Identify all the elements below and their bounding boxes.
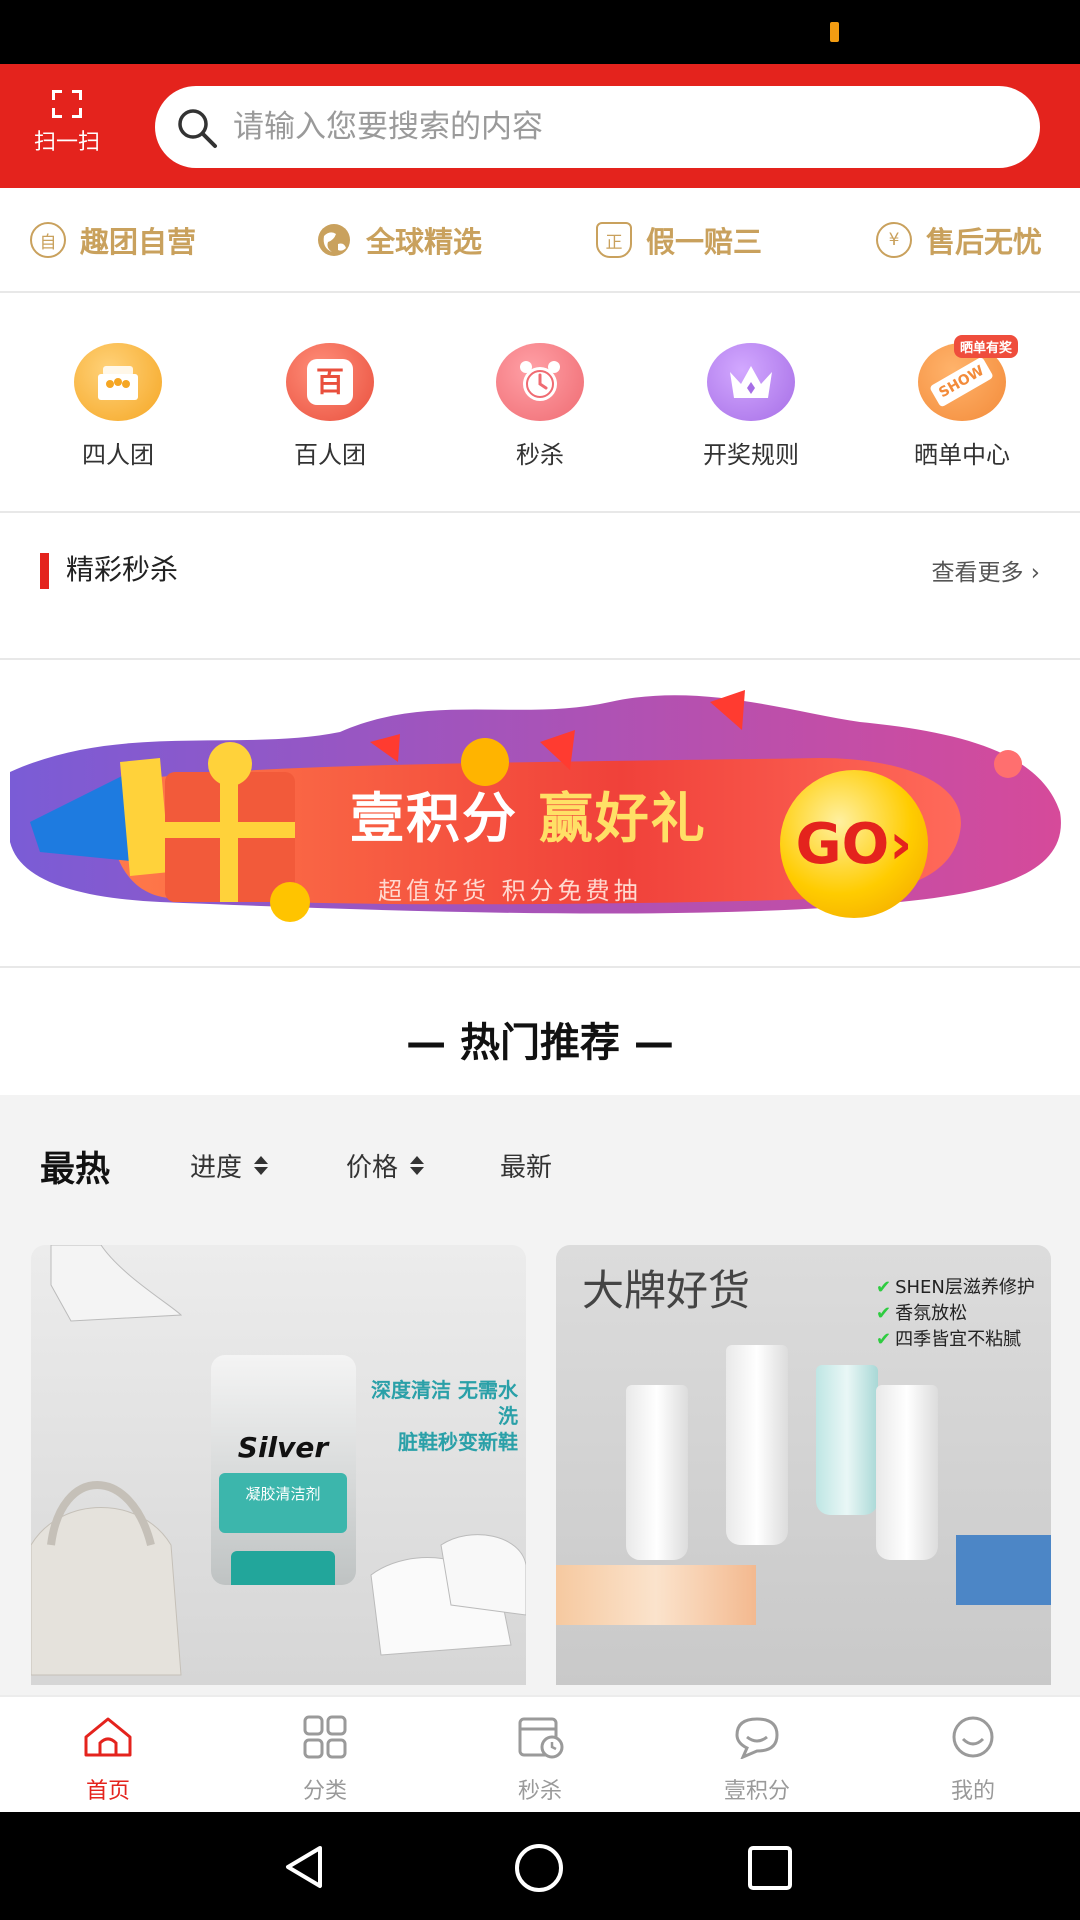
- home-icon: [84, 1717, 132, 1757]
- sort-label: 价格: [346, 1153, 399, 1183]
- guarantee-label: 售后无忧: [926, 225, 1043, 259]
- product-card[interactable]: 大牌好货 ✔ SHEN层滋养修护 ✔ 香氛放松 ✔ 四季皆宜不粘腻: [556, 1245, 1051, 1685]
- flash-calendar-icon: [518, 1717, 564, 1759]
- check-icon: ✔: [876, 1303, 892, 1324]
- sort-price-tab[interactable]: 价格: [346, 1147, 425, 1184]
- app-header: 扫一扫 请输入您要搜索的内容: [0, 64, 1080, 188]
- crown-icon: [707, 343, 795, 421]
- product-tube: [876, 1385, 938, 1560]
- guarantee-label: 趣团自营: [80, 225, 197, 259]
- quick-item-label: 开奖规则: [703, 441, 799, 469]
- quick-item-show-center[interactable]: SHOW 晒单有奖 晒单中心: [882, 335, 1042, 470]
- back-icon[interactable]: [280, 1842, 330, 1892]
- nav-label: 首页: [85, 1779, 130, 1804]
- bottom-nav: 首页 分类 秒杀 壹积分 我的: [0, 1695, 1080, 1812]
- feature-item: ✔ SHEN层滋养修护: [876, 1277, 1035, 1298]
- yen-icon: ¥: [876, 222, 912, 258]
- product-base: [231, 1551, 335, 1585]
- flash-sale-section: 精彩秒杀 查看更多 ›: [0, 515, 1080, 660]
- self-operated-icon: 自: [30, 222, 66, 258]
- check-icon: ✔: [876, 1277, 892, 1298]
- battery-indicator-icon: [830, 22, 839, 42]
- quick-item-flash-sale[interactable]: 秒杀: [460, 343, 620, 470]
- hot-recommend-section: — 热门推荐 —: [0, 970, 1080, 1095]
- product-feature-list: ✔ SHEN层滋养修护 ✔ 香氛放松 ✔ 四季皆宜不粘腻: [876, 1275, 1035, 1353]
- sort-arrows-icon: [410, 1156, 425, 1175]
- nav-flash-sale[interactable]: 秒杀: [470, 1715, 610, 1805]
- product-box: [956, 1535, 1051, 1605]
- guarantee-label: 假一赔三: [646, 225, 763, 259]
- nav-home[interactable]: 首页: [38, 1715, 178, 1805]
- quick-item-label: 秒杀: [516, 441, 564, 469]
- search-icon: [178, 109, 217, 148]
- product-band-text: 凝胶清洁剂: [219, 1473, 347, 1533]
- quick-item-label: 晒单中心: [914, 441, 1010, 469]
- guarantee-self-operated: 自 趣团自营: [30, 218, 196, 262]
- hot-recommend-title: — 热门推荐 —: [406, 1020, 674, 1066]
- product-tube: [626, 1385, 688, 1560]
- chat-bubble-icon: [735, 1717, 779, 1760]
- show-tag-icon: SHOW 晒单有奖: [918, 335, 1018, 421]
- product-promo-text: 深度清洁 无需水洗 脏鞋秒变新鞋: [371, 1378, 518, 1454]
- search-placeholder: 请输入您要搜索的内容: [233, 109, 543, 145]
- section-accent-bar: [40, 553, 49, 589]
- banner-title: 壹积分 赢好礼: [350, 787, 707, 850]
- guarantee-genuine: 正 假一赔三: [596, 218, 762, 262]
- nav-category[interactable]: 分类: [255, 1715, 395, 1805]
- globe-icon: [316, 222, 352, 258]
- smiley-icon: [952, 1716, 994, 1758]
- view-more-link[interactable]: 查看更多 ›: [931, 553, 1040, 587]
- nav-points[interactable]: 壹积分: [687, 1715, 827, 1805]
- category-grid-icon: [303, 1715, 347, 1759]
- product-image: Silver 凝胶清洁剂: [211, 1355, 356, 1585]
- promo-banner[interactable]: 壹积分 赢好礼 超值好货 积分免费抽 GO›: [0, 662, 1080, 968]
- sort-label: 进度: [190, 1153, 243, 1183]
- sort-arrows-icon: [254, 1156, 269, 1175]
- banner-go-button[interactable]: GO›: [780, 770, 928, 918]
- sort-bar: 最热 进度 价格 最新: [0, 1095, 1080, 1245]
- alarm-clock-icon: [496, 343, 584, 421]
- home-circle-icon[interactable]: [513, 1842, 565, 1894]
- quick-item-four-group[interactable]: 四人团: [38, 343, 198, 470]
- quick-item-label: 百人团: [294, 441, 366, 469]
- nav-label: 秒杀: [517, 1779, 562, 1804]
- system-nav-bar: [0, 1812, 1080, 1920]
- scan-button[interactable]: 扫一扫: [22, 90, 112, 164]
- nav-label: 分类: [302, 1779, 347, 1804]
- quick-item-label: 四人团: [82, 441, 154, 469]
- recent-apps-icon[interactable]: [746, 1844, 794, 1892]
- group-hundred-icon: 百: [286, 343, 374, 421]
- sort-hot-tab[interactable]: 最热: [40, 1141, 110, 1192]
- show-badge: 晒单有奖: [953, 335, 1018, 358]
- flash-sale-title: 精彩秒杀: [66, 553, 179, 586]
- nav-label: 我的: [950, 1779, 995, 1804]
- product-box: [556, 1565, 756, 1625]
- product-brand: Silver: [237, 1431, 329, 1464]
- scan-icon: [52, 90, 82, 118]
- product-logo: 大牌好货: [582, 1266, 751, 1315]
- guarantee-global: 全球精选: [316, 218, 482, 262]
- guarantee-after-sales: ¥ 售后无忧: [876, 218, 1042, 262]
- product-card[interactable]: Silver 凝胶清洁剂 深度清洁 无需水洗 脏鞋秒变新鞋: [31, 1245, 526, 1685]
- quick-item-hundred-group[interactable]: 百 百人团: [250, 343, 410, 470]
- guarantee-label: 全球精选: [366, 225, 483, 259]
- guarantee-strip: 自 趣团自营 全球精选 正 假一赔三 ¥ 售后无忧: [0, 188, 1080, 293]
- sort-progress-tab[interactable]: 进度: [190, 1147, 269, 1184]
- banner-subtitle: 超值好货 积分免费抽: [378, 877, 642, 905]
- status-bar: [0, 0, 1080, 64]
- nav-mine[interactable]: 我的: [903, 1715, 1043, 1805]
- sort-newest-tab[interactable]: 最新: [500, 1147, 552, 1184]
- nav-label: 壹积分: [723, 1779, 790, 1804]
- check-icon: ✔: [876, 1329, 892, 1350]
- quick-menu: 四人团 百 百人团 秒杀 开奖规则 SHOW 晒单有奖 晒单中心: [0, 295, 1080, 513]
- genuine-icon: 正: [596, 222, 632, 258]
- product-tube: [726, 1345, 788, 1545]
- quick-item-draw-rules[interactable]: 开奖规则: [671, 343, 831, 470]
- product-box: [816, 1365, 878, 1515]
- group-four-icon: [74, 343, 162, 421]
- scan-label: 扫一扫: [33, 130, 100, 155]
- search-input[interactable]: 请输入您要搜索的内容: [155, 86, 1040, 168]
- feature-item: ✔ 香氛放松: [876, 1303, 968, 1324]
- feature-item: ✔ 四季皆宜不粘腻: [876, 1329, 1022, 1350]
